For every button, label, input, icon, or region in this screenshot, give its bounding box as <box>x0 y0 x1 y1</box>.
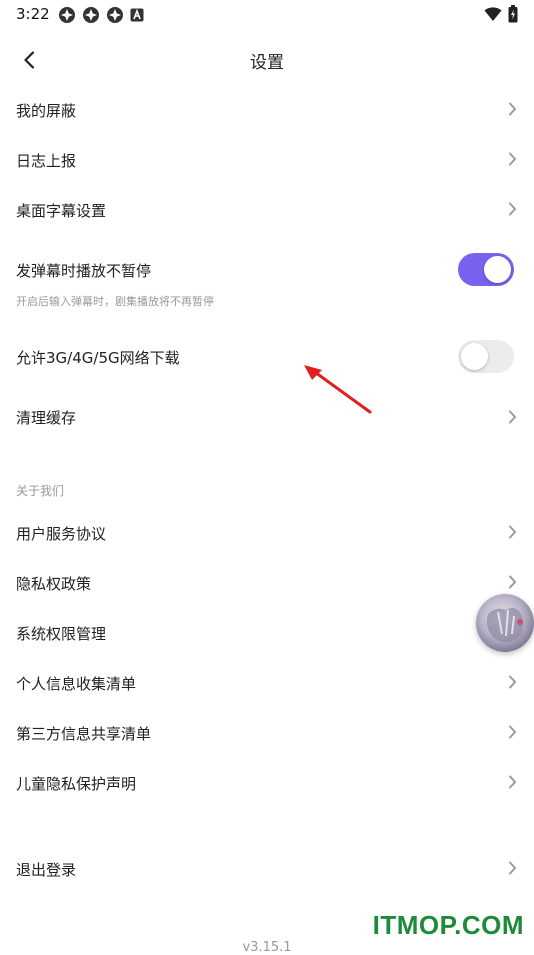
row-log-report[interactable]: 日志上报 <box>0 134 534 184</box>
allow-mobile-download-toggle[interactable] <box>458 340 514 373</box>
chevron-right-icon <box>509 525 517 539</box>
row-clear-cache[interactable]: 清理缓存 <box>0 391 534 443</box>
status-system-icons <box>484 5 518 23</box>
row-third-party-share[interactable]: 第三方信息共享清单 <box>0 708 534 758</box>
page-title: 设置 <box>250 53 284 73</box>
row-label: 桌面字幕设置 <box>16 202 107 220</box>
row-my-shield[interactable]: 我的屏蔽 <box>0 84 534 134</box>
row-user-agreement[interactable]: 用户服务协议 <box>0 508 534 558</box>
toggle-knob <box>461 343 488 370</box>
chevron-right-icon <box>509 725 517 739</box>
row-danmaku-no-pause: 发弹幕时播放不暂停 开启后输入弹幕时，剧集播放将不再暂停 <box>0 244 534 314</box>
chevron-right-icon <box>509 675 517 689</box>
header-bar: 设置 <box>0 38 534 82</box>
row-label: 儿童隐私保护声明 <box>16 775 137 793</box>
version-text: v3.15.1 <box>242 940 292 955</box>
wifi-icon <box>484 7 502 21</box>
watermark-text: ITMOP.COM <box>372 910 524 940</box>
row-label: 允许3G/4G/5G网络下载 <box>16 349 180 367</box>
chevron-right-icon <box>509 152 517 166</box>
row-label: 日志上报 <box>16 152 77 170</box>
avatar-image <box>486 608 524 642</box>
app-notification-icon <box>83 7 99 23</box>
row-label: 隐私权政策 <box>16 575 92 593</box>
row-logout[interactable]: 退出登录 <box>0 844 534 894</box>
section-header-about: 关于我们 <box>16 484 65 498</box>
row-child-privacy[interactable]: 儿童隐私保护声明 <box>0 758 534 808</box>
row-label: 我的屏蔽 <box>16 102 77 120</box>
row-label: 清理缓存 <box>16 409 77 427</box>
chevron-right-icon <box>509 775 517 789</box>
row-label: 个人信息收集清单 <box>16 675 137 693</box>
row-info-collect[interactable]: 个人信息收集清单 <box>0 658 534 708</box>
row-permissions[interactable]: 系统权限管理 <box>0 608 534 658</box>
battery-icon <box>508 5 518 23</box>
chevron-right-icon <box>509 410 517 424</box>
row-label: 发弹幕时播放不暂停 <box>16 262 152 280</box>
row-desktop-subtitle[interactable]: 桌面字幕设置 <box>0 184 534 234</box>
status-time: 3:22 <box>16 5 50 23</box>
danmaku-no-pause-toggle[interactable] <box>458 253 514 286</box>
row-description: 开启后输入弹幕时，剧集播放将不再暂停 <box>16 295 214 308</box>
app-notification-icon <box>107 7 123 23</box>
logout-label: 退出登录 <box>16 861 77 879</box>
row-label: 用户服务协议 <box>16 525 107 543</box>
row-allow-mobile-download: 允许3G/4G/5G网络下载 <box>0 331 534 383</box>
chevron-right-icon <box>509 202 517 216</box>
toggle-knob <box>484 256 511 283</box>
row-privacy-policy[interactable]: 隐私权政策 <box>0 558 534 608</box>
chevron-right-icon <box>509 102 517 116</box>
status-bar: 3:22 <box>0 0 534 30</box>
a-badge-icon <box>130 8 144 22</box>
row-label: 第三方信息共享清单 <box>16 725 152 743</box>
annotation-arrow-icon <box>304 365 372 414</box>
chevron-right-icon <box>509 575 517 589</box>
row-label: 系统权限管理 <box>16 625 107 643</box>
chevron-right-icon <box>509 861 517 875</box>
floating-avatar-button[interactable] <box>476 594 534 652</box>
status-notification-icons <box>58 6 144 24</box>
app-notification-icon <box>59 7 75 23</box>
